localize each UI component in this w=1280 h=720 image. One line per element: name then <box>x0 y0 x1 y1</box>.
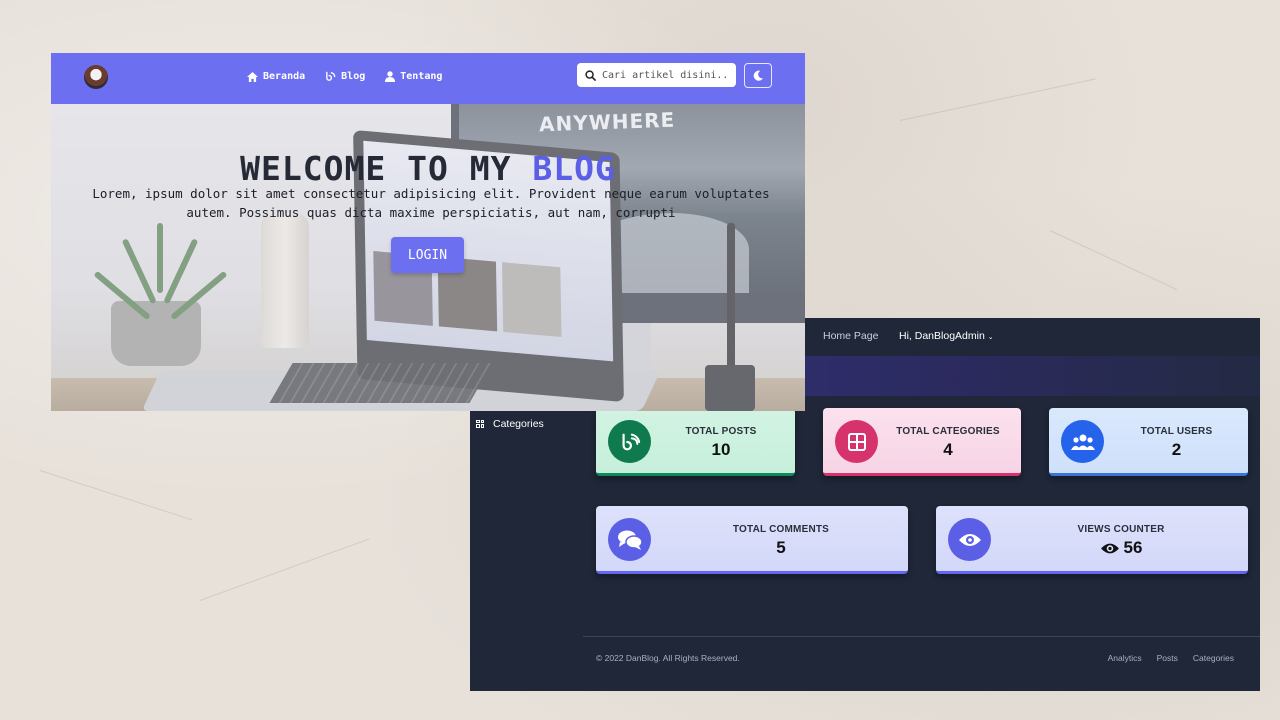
stat-value: 2 <box>1171 440 1182 459</box>
stat-value: 5 <box>776 538 786 557</box>
nav-link-label: Blog <box>341 71 366 82</box>
users-icon <box>1061 420 1104 463</box>
login-button[interactable]: LOGIN <box>391 237 464 273</box>
chevron-down-icon: ⌄ <box>987 334 994 341</box>
hero-description: Lorem, ipsum dolor sit amet consectetur … <box>92 186 770 220</box>
nav-link-about[interactable]: Tentang <box>385 71 442 82</box>
stat-label: VIEWS COUNTER <box>1077 524 1165 535</box>
search-box <box>577 63 736 87</box>
site-logo[interactable] <box>84 65 108 89</box>
stat-card-views-counter: VIEWS COUNTER 56 <box>936 506 1248 574</box>
stat-card-total-posts: TOTAL POSTS 10 <box>596 408 795 476</box>
footer-link-categories[interactable]: Categories <box>1193 653 1234 663</box>
stat-value: 4 <box>943 440 953 459</box>
comments-icon <box>608 518 651 561</box>
blog-landing-window: ANYWHERE Beranda Blog Tentang Cari artik… <box>51 53 805 411</box>
hero-title-accent: BLOG <box>532 149 616 188</box>
search-input[interactable] <box>602 69 730 81</box>
sidebar-item-categories[interactable]: Categories <box>476 418 544 430</box>
background-texture <box>199 538 370 601</box>
blog-icon <box>326 71 336 81</box>
blog-navbar: Beranda Blog Tentang <box>51 53 805 104</box>
dark-mode-toggle-button[interactable] <box>744 63 772 88</box>
nav-link-home[interactable]: Beranda <box>247 71 305 82</box>
eye-icon <box>1100 543 1119 553</box>
grid-icon <box>835 420 878 463</box>
background-texture <box>1049 230 1178 291</box>
background-texture <box>39 470 193 521</box>
sidebar-item-label: Categories <box>493 418 544 430</box>
stat-card-total-users: TOTAL USERS 2 <box>1049 408 1248 476</box>
home-icon <box>247 71 258 82</box>
background-texture <box>899 78 1096 121</box>
eye-icon <box>948 518 991 561</box>
moon-icon <box>753 70 763 81</box>
stat-label: TOTAL POSTS <box>685 426 757 437</box>
stat-value: 56 <box>1123 538 1143 557</box>
admin-nav-home-page[interactable]: Home Page <box>823 330 878 342</box>
stat-card-total-categories: TOTAL CATEGORIES 4 <box>823 408 1021 476</box>
admin-user-menu[interactable]: Hi, DanBlogAdmin ⌄ <box>899 330 994 342</box>
stat-label: TOTAL USERS <box>1140 426 1213 437</box>
hero-title: WELCOME TO MY BLOG <box>51 149 805 188</box>
hero-title-main: WELCOME TO MY <box>240 149 533 188</box>
copyright-text: © 2022 DanBlog. All Rights Reserved. <box>596 653 740 663</box>
search-icon <box>585 69 596 81</box>
grid-icon <box>476 419 485 429</box>
blog-icon <box>608 420 651 463</box>
footer-link-posts[interactable]: Posts <box>1157 653 1178 663</box>
nav-link-blog[interactable]: Blog <box>325 71 365 82</box>
footer-links: Analytics Posts Categories <box>1108 653 1234 663</box>
footer-link-analytics[interactable]: Analytics <box>1108 653 1142 663</box>
user-icon <box>385 71 396 82</box>
nav-links: Beranda Blog Tentang <box>247 71 442 82</box>
hero-overlay <box>51 53 805 411</box>
stat-label: TOTAL COMMENTS <box>732 524 830 535</box>
admin-user-greeting: Hi, DanBlogAdmin <box>899 330 985 342</box>
footer-divider <box>583 636 1260 637</box>
nav-link-label: Beranda <box>263 71 306 82</box>
stat-value-group: 56 <box>1006 538 1236 558</box>
stat-label: TOTAL CATEGORIES <box>896 426 1000 437</box>
stat-value: 10 <box>711 440 731 459</box>
admin-header-banner <box>800 356 1260 396</box>
stat-card-total-comments: TOTAL COMMENTS 5 <box>596 506 908 574</box>
nav-link-label: Tentang <box>400 71 443 82</box>
